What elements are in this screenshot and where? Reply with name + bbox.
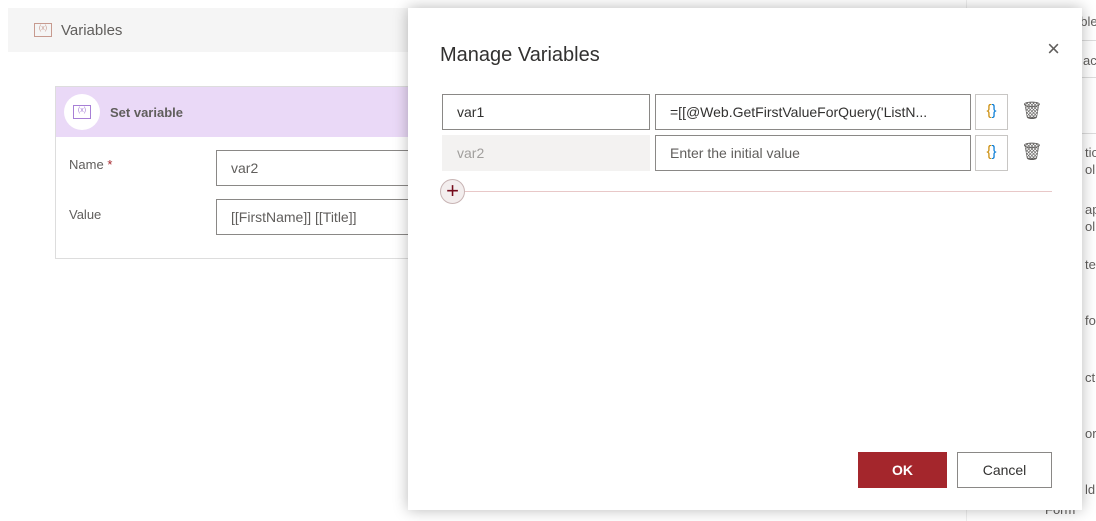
variable-name-input[interactable]: var1 xyxy=(442,94,650,130)
action-item[interactable]: te s xyxy=(1085,257,1096,272)
delete-icon[interactable]: 🗑 xyxy=(1021,142,1043,162)
variable-icon: (x) xyxy=(34,23,52,37)
close-icon[interactable]: × xyxy=(1047,36,1060,62)
card-title: Set variable xyxy=(110,104,183,120)
divider xyxy=(465,191,1052,192)
variable-value-input[interactable]: =[[@Web.GetFirstValueForQuery('ListN... xyxy=(655,94,971,130)
action-item[interactable]: for xyxy=(1085,313,1096,328)
delete-icon[interactable]: 🗑 xyxy=(1021,101,1043,121)
action-item-sub: ol xyxy=(1085,219,1096,234)
manage-variables-dialog: Manage Variables × var1 =[[@Web.GetFirst… xyxy=(408,8,1082,510)
variable-value-input[interactable]: Enter the initial value xyxy=(655,135,971,171)
add-variable-button[interactable]: + xyxy=(440,179,465,204)
ok-button[interactable]: OK xyxy=(858,452,947,488)
page-title: Variables xyxy=(61,21,123,39)
panel-search[interactable]: ac xyxy=(1083,53,1096,68)
expression-button[interactable]: {} xyxy=(975,135,1008,171)
variable-name-input: var2 xyxy=(442,135,650,171)
action-item[interactable]: ct xyxy=(1085,370,1095,385)
name-label: Name * xyxy=(69,157,113,172)
dialog-title: Manage Variables xyxy=(440,44,600,66)
action-item[interactable]: ld xyxy=(1085,482,1095,497)
value-label: Value xyxy=(69,207,102,222)
action-item[interactable]: tio xyxy=(1085,145,1096,160)
cancel-button[interactable]: Cancel xyxy=(957,452,1052,488)
action-item-sub: ol xyxy=(1085,162,1096,177)
expression-button[interactable]: {} xyxy=(975,94,1008,130)
variable-icon: (x) xyxy=(73,105,91,119)
action-item[interactable]: orr xyxy=(1085,426,1096,441)
action-item[interactable]: ap xyxy=(1085,202,1096,217)
